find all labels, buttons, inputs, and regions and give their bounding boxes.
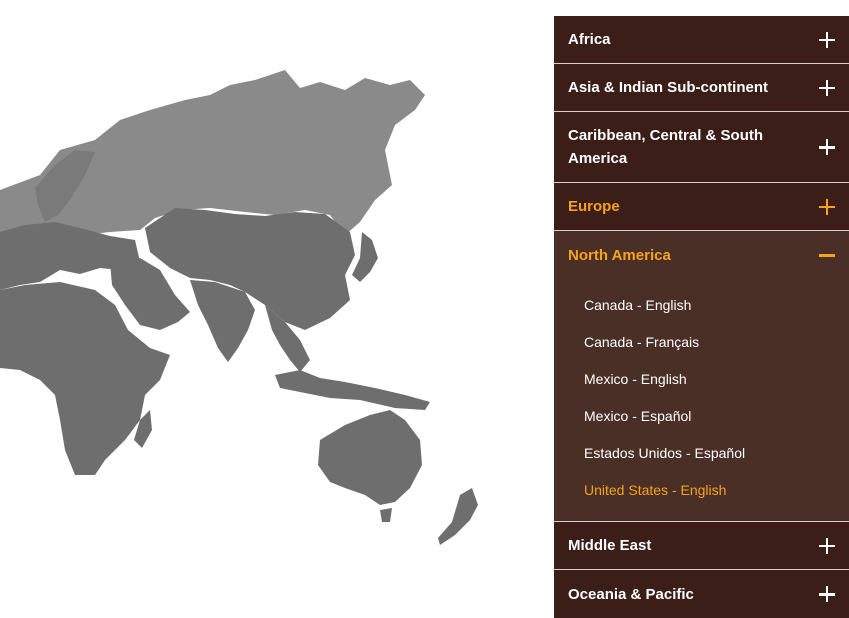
- map-region-new-zealand[interactable]: [438, 488, 478, 545]
- world-map: [0, 0, 554, 614]
- link-united-states-english[interactable]: United States - English: [554, 472, 849, 509]
- region-label: Oceania & Pacific: [568, 585, 694, 603]
- plus-icon[interactable]: [819, 139, 835, 155]
- region-caribbean-central-south-america[interactable]: Caribbean, Central & South America: [554, 112, 849, 183]
- map-region-indonesia[interactable]: [275, 370, 430, 410]
- plus-icon[interactable]: [819, 198, 835, 215]
- map-region-tasmania[interactable]: [380, 508, 392, 522]
- north-america-links: Canada - English Canada - Français Mexic…: [554, 279, 849, 522]
- region-middle-east[interactable]: Middle East: [554, 522, 849, 570]
- region-label: Europe: [568, 198, 620, 215]
- region-asia[interactable]: Asia & Indian Sub-continent: [554, 64, 849, 112]
- plus-icon[interactable]: [819, 31, 835, 48]
- region-label: Middle East: [568, 537, 652, 554]
- plus-icon[interactable]: [819, 79, 835, 96]
- map-region-india[interactable]: [190, 280, 255, 362]
- link-mexico-english[interactable]: Mexico - English: [554, 361, 849, 398]
- link-canada-francais[interactable]: Canada - Français: [554, 324, 849, 361]
- map-region-japan[interactable]: [352, 232, 378, 282]
- map-svg: [0, 70, 478, 545]
- region-selector: Africa Asia & Indian Sub-continent Carib…: [554, 16, 849, 618]
- region-label: North America: [568, 246, 671, 264]
- plus-icon[interactable]: [819, 537, 835, 554]
- region-label: Africa: [568, 31, 611, 48]
- map-region-australia[interactable]: [318, 410, 422, 505]
- region-europe[interactable]: Europe: [554, 183, 849, 231]
- link-canada-english[interactable]: Canada - English: [554, 287, 849, 324]
- region-africa[interactable]: Africa: [554, 16, 849, 64]
- region-label: Caribbean, Central & South America: [568, 127, 764, 167]
- region-oceania-pacific[interactable]: Oceania & Pacific: [554, 570, 849, 618]
- plus-icon[interactable]: [819, 586, 835, 602]
- link-mexico-espanol[interactable]: Mexico - Español: [554, 398, 849, 435]
- region-label: Asia & Indian Sub-continent: [568, 79, 769, 96]
- minus-icon[interactable]: [819, 247, 835, 263]
- region-north-america[interactable]: North America: [554, 231, 849, 279]
- link-estados-unidos-espanol[interactable]: Estados Unidos - Español: [554, 435, 849, 472]
